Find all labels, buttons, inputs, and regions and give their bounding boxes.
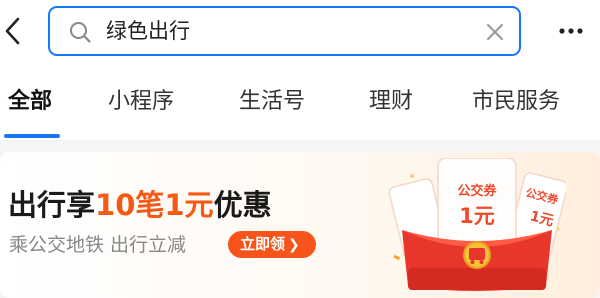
- tab-life-accounts[interactable]: 生活号: [239, 86, 305, 118]
- claim-now-button[interactable]: 立即领 ❯: [228, 231, 316, 258]
- clear-search-button[interactable]: [482, 19, 508, 45]
- promo-title-highlight: 10笔1元: [95, 188, 214, 222]
- coupon-label: 公交券: [457, 184, 497, 199]
- back-arrow-icon: [5, 17, 20, 45]
- close-icon: [487, 24, 503, 40]
- search-icon: [70, 22, 91, 43]
- chevron-right-icon: ❯: [288, 237, 300, 253]
- search-bar[interactable]: [48, 6, 521, 56]
- tab-mini-programs[interactable]: 小程序: [108, 86, 174, 118]
- tab-all[interactable]: 全部: [8, 86, 52, 118]
- active-tab-indicator: [4, 134, 60, 138]
- top-bar: 全部 小程序 生活号 理财 市民服务: [0, 0, 600, 140]
- promo-subtitle: 乘公交地铁 出行立减: [9, 234, 187, 256]
- red-envelope-illustration: 公交券 1元 公交券 1元: [388, 158, 566, 294]
- tab-citizen-services[interactable]: 市民服务: [472, 86, 560, 118]
- coupon-value: 1元: [459, 204, 495, 228]
- back-button[interactable]: [0, 14, 26, 48]
- tab-wealth[interactable]: 理财: [369, 86, 413, 118]
- search-input[interactable]: [106, 17, 466, 45]
- promo-title: 出行享10笔1元优惠: [8, 185, 272, 225]
- promo-title-post: 优惠: [213, 188, 272, 222]
- more-options-button[interactable]: [556, 20, 586, 42]
- more-dots-icon: [559, 28, 583, 34]
- promo-title-pre: 出行享: [8, 188, 96, 222]
- claim-now-label: 立即领: [240, 235, 286, 253]
